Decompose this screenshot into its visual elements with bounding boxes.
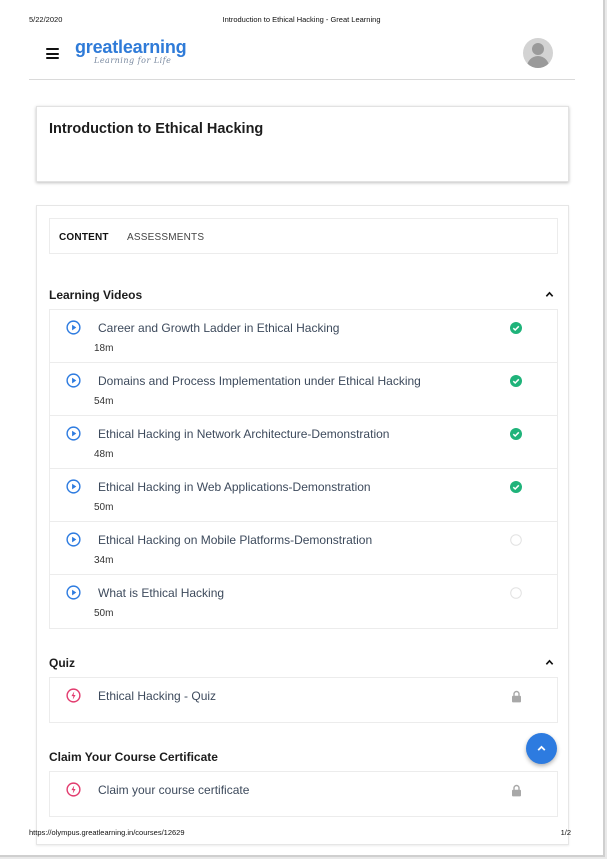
chevron-up-icon[interactable] [545, 290, 554, 299]
chevron-up-icon[interactable] [545, 658, 554, 667]
check-circle-icon [510, 375, 522, 387]
user-avatar-icon[interactable] [523, 38, 553, 68]
section-header-learning-videos[interactable]: Learning Videos [49, 288, 558, 302]
bolt-circle-icon [66, 782, 81, 797]
brand-name: greatlearning [75, 37, 187, 57]
video-duration: 34m [94, 555, 114, 566]
print-page-number: 1/2 [560, 828, 571, 837]
bolt-circle-icon [66, 688, 81, 703]
video-title[interactable]: Ethical Hacking on Mobile Platforms-Demo… [98, 533, 372, 547]
section-title: Claim Your Course Certificate [49, 750, 218, 764]
video-duration: 18m [94, 343, 114, 354]
empty-circle-icon [510, 587, 522, 599]
arrow-up-icon [537, 745, 546, 751]
check-circle-icon [510, 322, 522, 334]
section-header-quiz[interactable]: Quiz [49, 656, 558, 670]
video-title[interactable]: Ethical Hacking in Web Applications-Demo… [98, 480, 371, 494]
section-title: Quiz [49, 656, 75, 670]
print-url: https://olympus.greatlearning.in/courses… [29, 828, 185, 837]
section-header-certificate[interactable]: Claim Your Course Certificate [49, 750, 558, 764]
play-circle-icon[interactable] [66, 426, 81, 441]
empty-circle-icon [510, 534, 522, 546]
video-title[interactable]: Ethical Hacking in Network Architecture-… [98, 427, 389, 441]
tab-assessments[interactable]: ASSESSMENTS [127, 232, 204, 243]
brand-logo[interactable]: greatlearning Learning for Life [75, 37, 187, 66]
play-circle-icon[interactable] [66, 373, 81, 388]
list-item[interactable]: Domains and Process Implementation under… [50, 363, 557, 416]
tab-content[interactable]: CONTENT [59, 232, 109, 243]
list-item[interactable]: Claim your course certificate [50, 772, 557, 816]
print-title: Introduction to Ethical Hacking - Great … [222, 15, 381, 24]
video-duration: 50m [94, 608, 114, 619]
play-circle-icon[interactable] [66, 479, 81, 494]
certificate-list: Claim your course certificate [49, 771, 558, 817]
list-item[interactable]: Ethical Hacking in Network Architecture-… [50, 416, 557, 469]
check-circle-icon [510, 428, 522, 440]
quiz-list: Ethical Hacking - Quiz [49, 677, 558, 723]
course-title: Introduction to Ethical Hacking [49, 121, 264, 137]
play-circle-icon[interactable] [66, 320, 81, 335]
certificate-title[interactable]: Claim your course certificate [98, 783, 249, 797]
hamburger-menu-icon[interactable] [46, 48, 59, 59]
print-page: 5/22/2020 Introduction to Ethical Hackin… [0, 0, 605, 857]
course-header-card: Introduction to Ethical Hacking [36, 106, 569, 182]
play-circle-icon[interactable] [66, 585, 81, 600]
brand-tagline: Learning for Life [94, 56, 172, 65]
video-duration: 48m [94, 449, 114, 460]
course-content-card: CONTENT ASSESSMENTS Learning Videos Care… [36, 205, 569, 845]
list-item[interactable]: Career and Growth Ladder in Ethical Hack… [50, 310, 557, 363]
section-title: Learning Videos [49, 288, 143, 302]
check-circle-icon [510, 481, 522, 493]
list-item[interactable]: Ethical Hacking - Quiz [50, 678, 557, 722]
list-item[interactable]: Ethical Hacking on Mobile Platforms-Demo… [50, 522, 557, 575]
play-circle-icon[interactable] [66, 532, 81, 547]
list-item[interactable]: Ethical Hacking in Web Applications-Demo… [50, 469, 557, 522]
video-title[interactable]: Career and Growth Ladder in Ethical Hack… [98, 321, 339, 335]
video-list: Career and Growth Ladder in Ethical Hack… [49, 309, 558, 629]
lock-icon [512, 784, 521, 797]
video-duration: 50m [94, 502, 114, 513]
top-navbar: greatlearning Learning for Life [29, 30, 575, 80]
video-title[interactable]: Domains and Process Implementation under… [98, 374, 421, 388]
list-item[interactable]: What is Ethical Hacking 50m [50, 575, 557, 628]
lock-icon [512, 690, 521, 703]
content-tabs: CONTENT ASSESSMENTS [49, 218, 558, 254]
quiz-title[interactable]: Ethical Hacking - Quiz [98, 689, 216, 703]
video-duration: 54m [94, 396, 114, 407]
scroll-to-top-button[interactable] [526, 733, 557, 764]
video-title[interactable]: What is Ethical Hacking [98, 586, 224, 600]
